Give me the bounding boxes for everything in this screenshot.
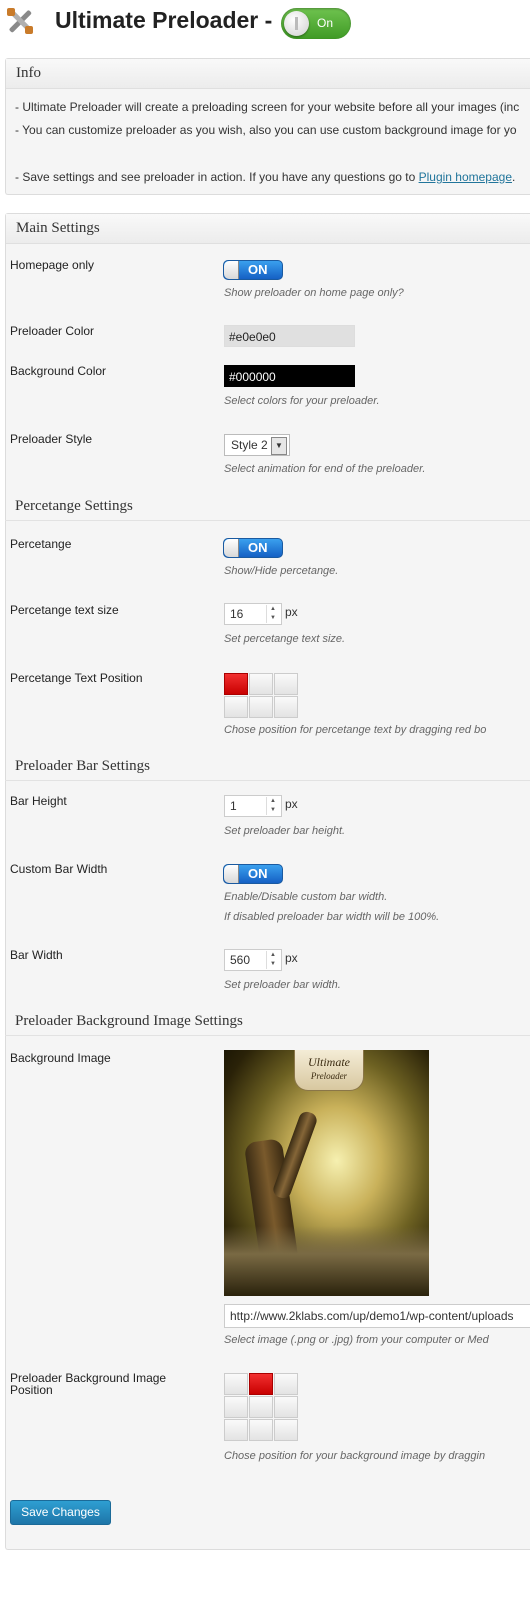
banner-line-1: Ultimate bbox=[308, 1055, 350, 1069]
preloader-style-label: Preloader Style bbox=[10, 432, 93, 446]
preloader-style-select[interactable]: Style 2 ▼ bbox=[224, 434, 290, 456]
homepage-only-desc: Show preloader on home page only? bbox=[224, 287, 404, 299]
bar-width-input[interactable]: 560 ▲ ▼ bbox=[224, 949, 282, 971]
toggle-text: ON bbox=[248, 262, 268, 277]
toggle-handle bbox=[224, 865, 239, 883]
percentage-text-size-value: 16 bbox=[230, 607, 244, 621]
percentage-label: Percetange bbox=[10, 537, 72, 551]
page-header: Ultimate Preloader - On bbox=[0, 0, 530, 48]
position-cell[interactable] bbox=[224, 1373, 248, 1395]
position-cell[interactable] bbox=[224, 1396, 248, 1418]
plugin-enable-toggle[interactable]: On bbox=[281, 8, 351, 39]
logo-banner: Ultimate Preloader bbox=[294, 1050, 364, 1091]
info-title: Info bbox=[6, 59, 530, 89]
position-cell[interactable] bbox=[249, 673, 273, 695]
preloader-color-label: Preloader Color bbox=[10, 324, 95, 338]
bar-settings-title: Preloader Bar Settings bbox=[5, 752, 530, 781]
toggle-label: On bbox=[317, 16, 334, 30]
background-image-preview[interactable]: Ultimate Preloader bbox=[224, 1050, 429, 1296]
power-knob-icon bbox=[284, 11, 309, 36]
toggle-handle bbox=[224, 539, 239, 557]
banner-line-2: Preloader bbox=[310, 1071, 348, 1081]
percentage-settings-title: Percetange Settings bbox=[5, 492, 530, 521]
custom-bar-width-toggle[interactable]: ON bbox=[223, 864, 283, 884]
percentage-text-position-label: Percetange Text Position bbox=[10, 671, 143, 685]
bar-width-desc: Set preloader bar width. bbox=[224, 979, 341, 991]
background-color-desc: Select colors for your preloader. bbox=[224, 395, 380, 407]
spinner-arrows-icon[interactable]: ▲ ▼ bbox=[266, 797, 279, 815]
preloader-color-input[interactable]: #e0e0e0 bbox=[224, 325, 355, 347]
position-cell[interactable] bbox=[274, 1419, 298, 1441]
bg-image-settings-title: Preloader Background Image Settings bbox=[5, 1007, 530, 1036]
plugin-homepage-link[interactable]: Plugin homepage bbox=[419, 170, 512, 184]
homepage-only-toggle[interactable]: ON bbox=[223, 260, 283, 280]
position-cell[interactable] bbox=[274, 1396, 298, 1418]
bg-image-position-grid[interactable] bbox=[224, 1373, 298, 1441]
save-changes-button[interactable]: Save Changes bbox=[10, 1500, 111, 1525]
page-title: Ultimate Preloader - bbox=[55, 7, 273, 33]
tools-icon bbox=[7, 8, 33, 34]
toggle-text: ON bbox=[248, 866, 268, 881]
info-line-3: - Save settings and see preloader in act… bbox=[15, 170, 515, 184]
bar-height-input[interactable]: 1 ▲ ▼ bbox=[224, 795, 282, 817]
bg-image-position-desc: Chose position for your background image… bbox=[224, 1450, 486, 1462]
info-box: Info - Ultimate Preloader will create a … bbox=[5, 58, 530, 195]
percentage-desc: Show/Hide percetange. bbox=[224, 565, 339, 577]
preloader-style-value: Style 2 bbox=[231, 438, 268, 452]
toggle-text: ON bbox=[248, 540, 268, 555]
ground-shape bbox=[224, 1226, 429, 1296]
background-image-label: Background Image bbox=[10, 1051, 111, 1065]
bg-image-position-label-2: Position bbox=[10, 1383, 53, 1397]
percentage-position-grid[interactable] bbox=[224, 673, 298, 718]
info-line-3-prefix: - Save settings and see preloader in act… bbox=[15, 170, 419, 184]
bar-width-label: Bar Width bbox=[10, 948, 63, 962]
position-cell[interactable] bbox=[249, 1396, 273, 1418]
bar-height-desc: Set preloader bar height. bbox=[224, 825, 346, 837]
percentage-text-size-input[interactable]: 16 ▲ ▼ bbox=[224, 603, 282, 625]
background-color-input[interactable]: #000000 bbox=[224, 365, 355, 387]
spinner-arrows-icon[interactable]: ▲ ▼ bbox=[266, 951, 279, 969]
background-image-desc: Select image (.png or .jpg) from your co… bbox=[224, 1334, 489, 1346]
percentage-text-size-label: Percetange text size bbox=[10, 603, 119, 617]
background-image-url-input[interactable]: http://www.2klabs.com/up/demo1/wp-conten… bbox=[224, 1304, 530, 1328]
position-cell[interactable] bbox=[274, 1373, 298, 1395]
preloader-style-desc: Select animation for end of the preloade… bbox=[224, 463, 426, 475]
bar-width-unit: px bbox=[285, 951, 298, 965]
position-cell[interactable] bbox=[224, 1419, 248, 1441]
percentage-text-size-desc: Set percetange text size. bbox=[224, 633, 346, 645]
background-color-label: Background Color bbox=[10, 364, 107, 378]
bg-image-position-label: Preloader Background Image Position bbox=[10, 1372, 166, 1396]
custom-bar-width-desc-1: Enable/Disable custom bar width. bbox=[224, 891, 388, 903]
info-line-1: - Ultimate Preloader will create a prelo… bbox=[15, 100, 520, 114]
position-cell[interactable] bbox=[249, 1419, 273, 1441]
bar-height-label: Bar Height bbox=[10, 794, 67, 808]
position-cell[interactable] bbox=[274, 696, 298, 718]
position-cell-selected[interactable] bbox=[224, 673, 248, 695]
bar-height-value: 1 bbox=[230, 799, 237, 813]
percentage-text-position-desc: Chose position for percetange text by dr… bbox=[224, 724, 487, 736]
percentage-text-size-unit: px bbox=[285, 605, 298, 619]
bar-width-value: 560 bbox=[230, 953, 251, 967]
position-cell[interactable] bbox=[224, 696, 248, 718]
position-cell[interactable] bbox=[274, 673, 298, 695]
bar-height-unit: px bbox=[285, 797, 298, 811]
toggle-handle bbox=[224, 261, 239, 279]
position-cell[interactable] bbox=[249, 696, 273, 718]
info-line-2: - You can customize preloader as you wis… bbox=[15, 123, 517, 137]
spinner-arrows-icon[interactable]: ▲ ▼ bbox=[266, 605, 279, 623]
position-cell-selected[interactable] bbox=[249, 1373, 273, 1395]
custom-bar-width-label: Custom Bar Width bbox=[10, 862, 108, 876]
info-line-3-suffix: . bbox=[512, 170, 516, 184]
main-settings-title: Main Settings bbox=[6, 214, 530, 244]
percentage-toggle[interactable]: ON bbox=[223, 538, 283, 558]
homepage-only-label: Homepage only bbox=[10, 258, 95, 272]
custom-bar-width-desc-2: If disabled preloader bar width will be … bbox=[224, 911, 440, 923]
dropdown-arrow-icon: ▼ bbox=[271, 437, 287, 455]
